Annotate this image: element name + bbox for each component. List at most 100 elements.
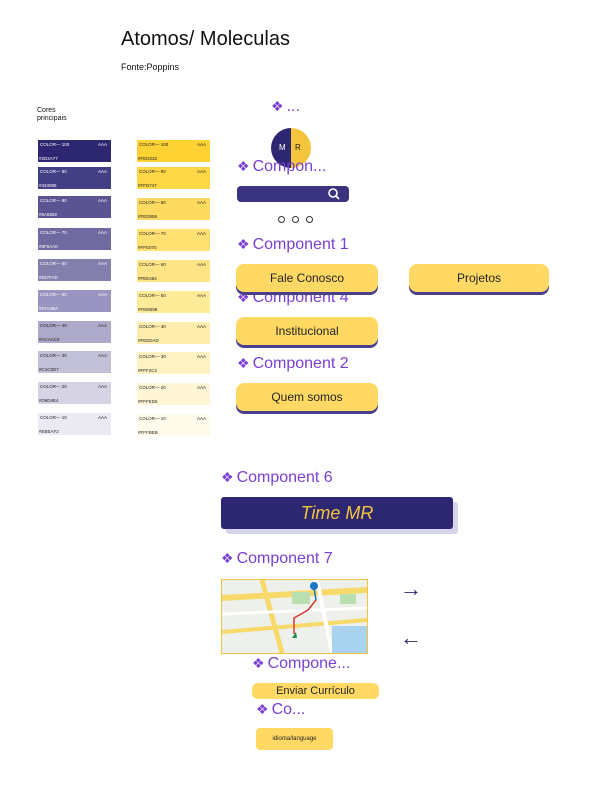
swatch-hex: #FEE484 [138, 276, 157, 281]
palette-title: Cores principais [37, 107, 67, 122]
swatch-name: COLOR— 70 [40, 230, 67, 235]
purple-swatch: COLOR— 90 AAA #434085 [38, 167, 111, 189]
swatch-hex: #FFFED6 [138, 399, 158, 404]
swatch-name: COLOR— 80 [40, 198, 67, 203]
swatch-hex: #FFF2C2 [138, 368, 158, 373]
diamond-icon: ❖ [256, 701, 269, 717]
arrow-right-icon[interactable]: → [400, 576, 422, 602]
projetos-button[interactable]: Projetos [409, 264, 549, 292]
swatch-name: COLOR— 80 [139, 200, 166, 205]
swatch-hex: #FEEDAD [138, 338, 159, 343]
yellow-swatch: COLOR— 20 AAA #FFFED6 [137, 383, 210, 405]
pagination-dots[interactable] [278, 216, 313, 223]
quem-somos-button[interactable]: Quem somos [236, 383, 378, 411]
avatar-initial-m: M [279, 143, 286, 152]
swatch-hex: #FED858 [138, 214, 158, 219]
swatch-name: COLOR— 60 [40, 261, 67, 266]
fale-conosco-button[interactable]: Fale Conosco [236, 264, 378, 292]
search-bar[interactable] [237, 186, 349, 202]
diamond-icon: ❖ [271, 98, 284, 114]
swatch-grade: AAA [97, 292, 107, 297]
map-preview[interactable] [221, 579, 368, 654]
diamond-icon: ❖ [237, 158, 250, 174]
avatar-initial-r: R [295, 143, 301, 152]
dot[interactable] [292, 216, 299, 223]
purple-swatch: COLOR— 40 AAA #ACAAC8 [38, 321, 111, 343]
swatch-hex: #2D2A77 [39, 156, 58, 161]
swatch-name: COLOR— 40 [40, 323, 67, 328]
purple-swatch: COLOR— 70 AAA #6F6AA0 [38, 228, 111, 250]
diamond-icon: ❖ [237, 355, 250, 371]
swatch-grade: AAA [97, 261, 107, 266]
diamond-icon: ❖ [237, 236, 250, 252]
swatch-name: COLOR— 10 [40, 415, 67, 420]
page-title: Atomos/ Moleculas [121, 28, 290, 50]
swatch-name: COLOR— 50 [139, 293, 166, 298]
component-7-label: ❖ Component 7 [221, 550, 333, 567]
swatch-hex: #D6D4E4 [39, 398, 59, 403]
language-button[interactable]: idioma/language [256, 728, 333, 750]
institucional-button[interactable]: Institucional [236, 317, 378, 345]
dot[interactable] [306, 216, 313, 223]
yellow-swatch: COLOR— 40 AAA #FEEDAD [137, 322, 210, 344]
swatch-grade: AAA [196, 354, 206, 359]
swatch-grade: AAA [196, 200, 206, 205]
swatch-grade: AAA [97, 323, 107, 328]
swatch-grade: AAA [196, 169, 206, 174]
map-illustration [222, 580, 367, 653]
swatch-hex: #C1C0D7 [39, 367, 59, 372]
yellow-swatch: COLOR— 80 AAA #FED858 [137, 198, 210, 220]
swatch-grade: AAA [196, 324, 206, 329]
swatch-hex: #EBEAF2 [39, 429, 59, 434]
enviar-curriculo-button[interactable]: Enviar Currículo [252, 683, 379, 699]
swatch-hex: #827FAD [39, 275, 58, 280]
component-label-compon: ❖ Compon... [237, 158, 327, 175]
swatch-hex: #FFD747 [138, 183, 157, 188]
swatch-grade: AAA [196, 385, 206, 390]
swatch-grade: AAA [97, 230, 107, 235]
swatch-name: COLOR— 90 [40, 169, 67, 174]
search-icon[interactable] [327, 187, 341, 201]
yellow-swatch: COLOR— 50 AAA #FEEB98 [137, 291, 210, 313]
yellow-swatch: COLOR— 90 AAA #FFD747 [137, 167, 210, 189]
diamond-icon: ❖ [252, 655, 265, 671]
swatch-name: COLOR— 30 [139, 354, 166, 359]
purple-swatch: COLOR— 100 AAA #2D2A77 [38, 140, 111, 162]
yellow-swatch: COLOR— 100 AAA #FED232 [137, 140, 210, 162]
yellow-swatch: COLOR— 70 AAA #FFE070 [137, 229, 210, 251]
swatch-name: COLOR— 90 [139, 169, 166, 174]
swatch-name: COLOR— 10 [139, 416, 166, 421]
swatch-grade: AAA [196, 293, 206, 298]
swatch-grade: AAA [97, 198, 107, 203]
component-label-compone: ❖ Compone... [252, 655, 351, 672]
swatch-hex: #5A5592 [39, 212, 58, 217]
swatch-name: COLOR— 20 [139, 385, 166, 390]
diamond-icon: ❖ [221, 550, 234, 566]
swatch-hex: #FFFBEB [138, 430, 158, 435]
swatch-hex: #FFE070 [138, 245, 157, 250]
dot[interactable] [278, 216, 285, 223]
swatch-hex: #434085 [39, 183, 57, 188]
swatch-name: COLOR— 100 [139, 142, 169, 147]
yellow-swatch: COLOR— 60 AAA #FEE484 [137, 260, 210, 282]
swatch-grade: AAA [196, 142, 206, 147]
component-1-label: ❖ Component 1 [237, 236, 349, 253]
swatch-name: COLOR— 60 [139, 262, 166, 267]
arrow-left-icon[interactable]: ← [400, 625, 422, 651]
swatch-hex: #97A4BA [39, 306, 59, 311]
swatch-grade: AAA [97, 415, 107, 420]
swatch-name: COLOR— 100 [40, 142, 70, 147]
swatch-hex: #FED232 [138, 156, 158, 161]
swatch-name: COLOR— 70 [139, 231, 166, 236]
team-banner: Time MR [221, 497, 453, 529]
purple-swatch: COLOR— 60 AAA #827FAD [38, 259, 111, 281]
swatch-name: COLOR— 20 [40, 384, 67, 389]
component-2-label: ❖ Component 2 [237, 355, 349, 372]
component-label-top: ❖... [271, 98, 300, 115]
swatch-grade: AAA [196, 416, 206, 421]
swatch-name: COLOR— 30 [40, 353, 67, 358]
diamond-icon: ❖ [221, 469, 234, 485]
component-label-co: ❖ Co... [256, 701, 306, 718]
swatch-grade: AAA [97, 142, 107, 147]
swatch-grade: AAA [97, 384, 107, 389]
